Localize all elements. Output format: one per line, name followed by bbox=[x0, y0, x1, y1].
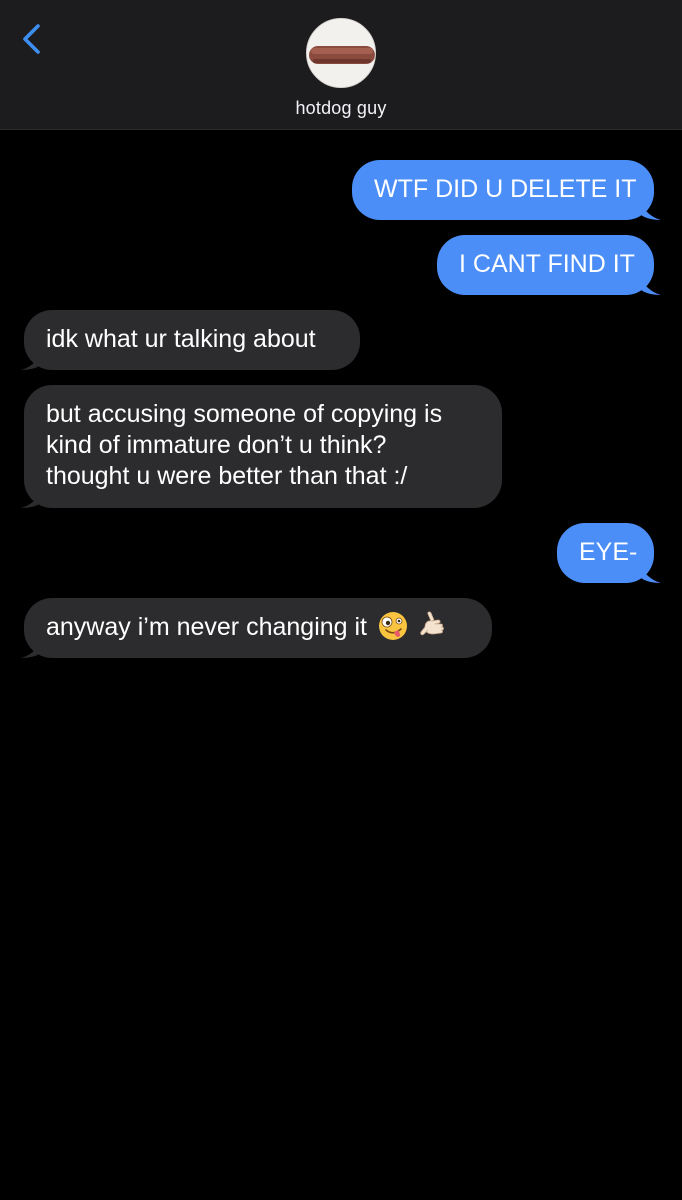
back-button[interactable] bbox=[18, 22, 50, 56]
sent-message[interactable]: WTF DID U DELETE IT bbox=[352, 160, 654, 220]
contact-name[interactable]: hotdog guy bbox=[0, 98, 682, 119]
received-message[interactable]: but accusing someone of copying is kind … bbox=[24, 385, 502, 508]
call-me-hand-emoji-icon bbox=[420, 611, 444, 636]
message-line: thought u were better than that :/ bbox=[46, 462, 408, 490]
message-text: WTF DID U DELETE IT bbox=[374, 175, 637, 203]
message-line: kind of immature don’t u think? bbox=[46, 431, 387, 459]
zany-face-emoji-icon bbox=[378, 612, 407, 641]
hotdog-avatar-icon bbox=[307, 19, 375, 87]
bubble-tail bbox=[21, 348, 42, 370]
message-text: I CANT FIND IT bbox=[459, 250, 635, 278]
received-message[interactable]: idk what ur talking about bbox=[24, 310, 360, 370]
bubble-tail bbox=[21, 486, 42, 508]
chevron-left-icon bbox=[23, 24, 40, 54]
sent-message[interactable]: I CANT FIND IT bbox=[437, 235, 654, 295]
contact-avatar[interactable] bbox=[306, 18, 376, 88]
message-text: anyway i’m never changing it bbox=[46, 613, 367, 641]
received-message[interactable]: anyway i’m never changing it bbox=[24, 598, 492, 658]
bubble-tail bbox=[21, 636, 42, 658]
message-line: but accusing someone of copying is bbox=[46, 400, 443, 428]
conversation-header: hotdog guy bbox=[0, 0, 682, 130]
bubble-tail bbox=[640, 273, 661, 295]
message-text: EYE- bbox=[579, 538, 638, 566]
bubble-tail bbox=[640, 561, 661, 583]
bubble-tail bbox=[640, 198, 661, 220]
message-text: idk what ur talking about bbox=[46, 325, 316, 353]
